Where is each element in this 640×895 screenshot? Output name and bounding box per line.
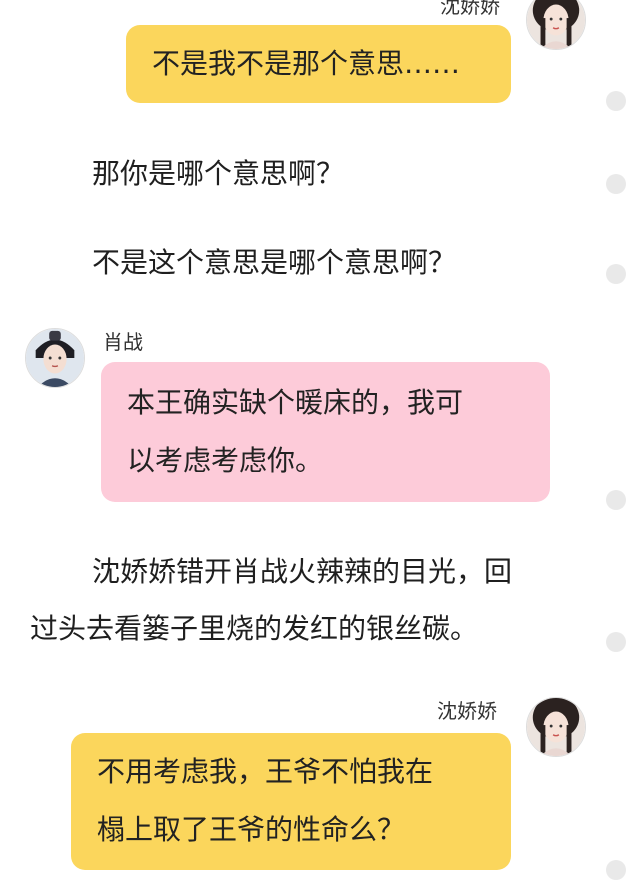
message-bubble-1[interactable]: 不是我不是那个意思……: [126, 25, 511, 103]
avatar-shen-jiaojiao-bottom[interactable]: [526, 697, 586, 757]
woman-portrait-icon: [527, 698, 585, 756]
speaker-name-xiao-zhan: 肖战: [103, 330, 143, 354]
narration-line-2: 不是这个意思是哪个意思啊？: [92, 246, 457, 279]
paragraph-comment-dot[interactable]: [606, 860, 626, 880]
message-bubble-2[interactable]: 本王确实缺个暖床的，我可 以考虑考虑你。: [101, 362, 550, 502]
narration-line-1: 那你是哪个意思啊？: [92, 157, 345, 190]
woman-portrait-icon: [527, 0, 585, 49]
paragraph-comment-dot[interactable]: [606, 91, 626, 111]
speaker-name-shen-top: 沈娇娇: [440, 0, 500, 18]
message-bubble-3[interactable]: 不用考虑我，王爷不怕我在 榻上取了王爷的性命么？: [71, 733, 511, 870]
narration-line-4: 过头去看篓子里烧的发红的银丝碳。: [30, 612, 479, 645]
paragraph-comment-dot[interactable]: [606, 174, 626, 194]
speaker-name-shen-bottom: 沈娇娇: [437, 699, 497, 723]
man-portrait-icon: [26, 329, 84, 387]
paragraph-comment-dot[interactable]: [606, 632, 626, 652]
paragraph-comment-dot[interactable]: [606, 490, 626, 510]
avatar-shen-jiaojiao-top[interactable]: [526, 0, 586, 50]
avatar-xiao-zhan[interactable]: [25, 328, 85, 388]
narration-line-3: 沈娇娇错开肖战火辣辣的目光，回: [92, 555, 513, 588]
paragraph-comment-dot[interactable]: [606, 264, 626, 284]
